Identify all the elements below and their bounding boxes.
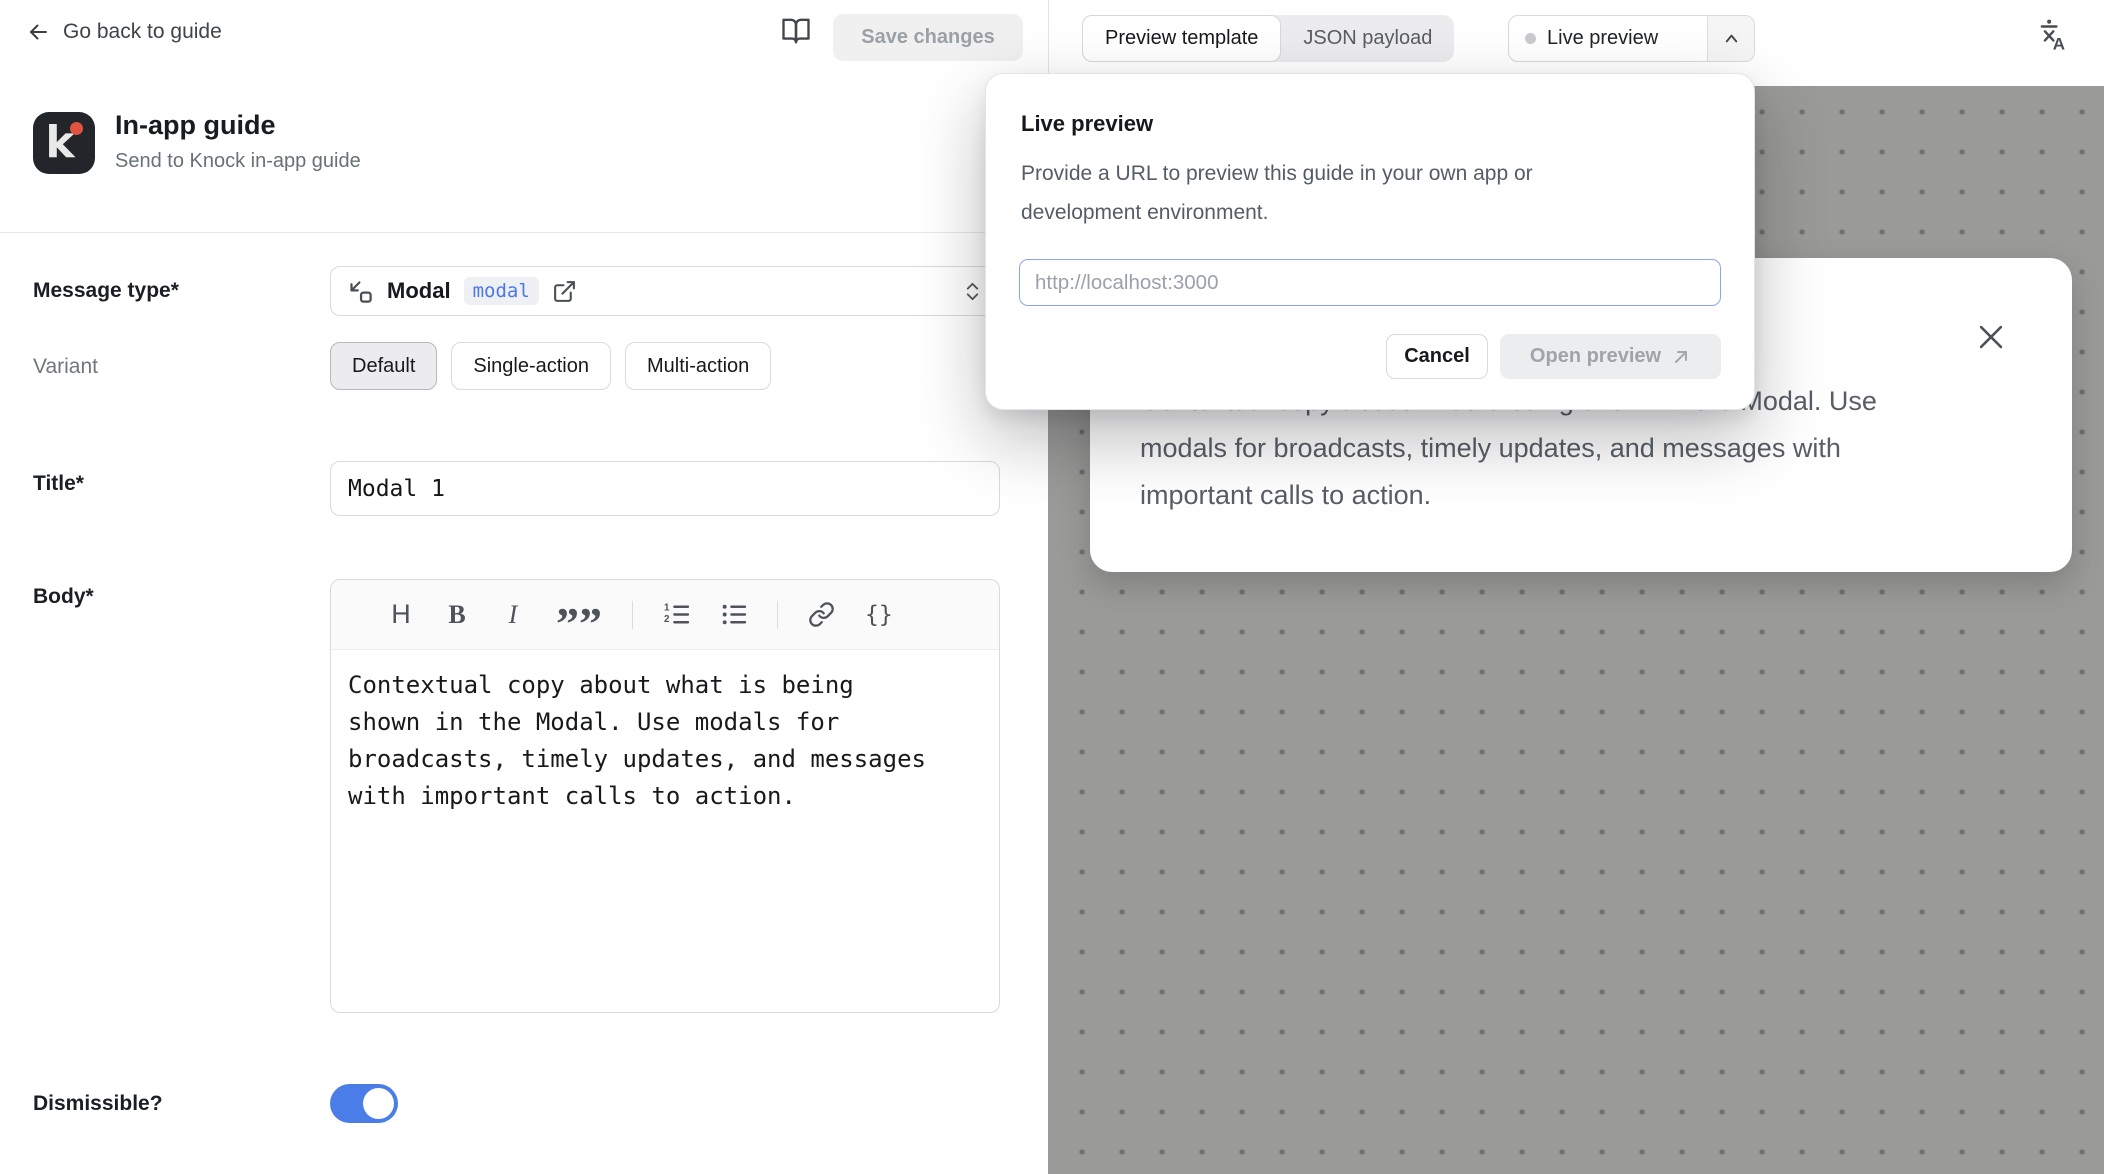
live-preview-popover: Live preview Provide a URL to preview th… (985, 73, 1755, 410)
arrow-up-right-icon (1671, 347, 1691, 367)
back-link[interactable]: Go back to guide (25, 19, 222, 45)
back-link-label: Go back to guide (63, 20, 222, 44)
book-open-icon[interactable] (781, 16, 811, 46)
svg-text:A: A (2053, 35, 2065, 52)
status-dot-icon (1525, 33, 1536, 44)
cancel-button-label: Cancel (1404, 345, 1470, 368)
tab-preview-template-label: Preview template (1105, 27, 1258, 50)
variant-multi-action-label: Multi-action (647, 355, 749, 378)
popover-title: Live preview (1021, 111, 1153, 137)
translate-icon[interactable]: A (2037, 18, 2071, 52)
ordered-list-icon[interactable]: 1 2 (663, 601, 690, 628)
live-preview-label: Live preview (1547, 27, 1658, 50)
svg-text:2: 2 (664, 614, 670, 625)
editor-toolbar: H B I ”” 1 2 (331, 580, 999, 650)
heading-icon[interactable]: H (388, 599, 414, 630)
variables-icon[interactable]: {} (865, 602, 893, 628)
tab-preview-template[interactable]: Preview template (1082, 15, 1281, 62)
variant-single-action-button[interactable]: Single-action (451, 342, 611, 390)
external-link-icon[interactable] (552, 279, 577, 304)
header-divider (0, 232, 1048, 233)
chevron-up-icon (1721, 28, 1742, 49)
variant-single-action-label: Single-action (473, 355, 589, 378)
arrow-left-icon (25, 19, 51, 45)
title-input[interactable] (330, 461, 1000, 516)
select-chevrons-icon (962, 280, 983, 303)
dismissible-label: Dismissible? (33, 1092, 163, 1116)
message-type-value: Modal (387, 278, 451, 304)
page-title: In-app guide (115, 110, 275, 141)
toggle-knob (363, 1088, 394, 1119)
open-preview-label: Open preview (1530, 345, 1661, 368)
variant-label: Variant (33, 355, 98, 379)
save-changes-button[interactable]: Save changes (833, 14, 1023, 61)
body-editor-content[interactable]: Contextual copy about what is being show… (331, 650, 999, 832)
live-preview-button[interactable]: Live preview (1508, 15, 1755, 62)
knock-logo: k (33, 112, 95, 174)
page-subtitle: Send to Knock in-app guide (115, 150, 361, 173)
message-type-label: Message type* (33, 279, 179, 303)
tab-json-payload[interactable]: JSON payload (1281, 15, 1454, 62)
save-changes-label: Save changes (861, 26, 994, 49)
message-type-select[interactable]: Modal modal (330, 266, 1000, 316)
preview-mode-tabs: Preview template JSON payload (1082, 15, 1454, 62)
svg-text:1: 1 (664, 602, 670, 613)
preview-url-input[interactable] (1019, 259, 1721, 306)
bullet-list-icon[interactable] (720, 601, 747, 628)
app-window: Contextual copy about what is being show… (0, 0, 2104, 1174)
dismissible-toggle[interactable] (330, 1084, 398, 1123)
live-preview-collapse-button[interactable] (1707, 16, 1754, 61)
bold-icon[interactable]: B (444, 600, 470, 630)
cancel-button[interactable]: Cancel (1386, 334, 1488, 379)
body-label: Body* (33, 585, 94, 609)
logo-dot (70, 122, 83, 135)
variant-default-label: Default (352, 355, 415, 378)
italic-icon[interactable]: I (500, 600, 526, 630)
variant-default-button[interactable]: Default (330, 342, 437, 390)
title-label: Title* (33, 472, 84, 496)
variant-options: Default Single-action Multi-action (330, 342, 771, 390)
link-icon[interactable] (808, 601, 835, 628)
open-preview-button[interactable]: Open preview (1500, 334, 1721, 379)
tab-json-payload-label: JSON payload (1303, 27, 1432, 50)
popover-description: Provide a URL to preview this guide in y… (1021, 154, 1681, 232)
close-icon[interactable] (1974, 320, 2008, 354)
body-editor: H B I ”” 1 2 (330, 579, 1000, 1013)
modal-type-icon (347, 278, 374, 305)
message-type-key-badge: modal (464, 277, 539, 305)
toolbar-divider (632, 601, 633, 629)
toolbar-divider (777, 601, 778, 629)
live-preview-button-main[interactable]: Live preview (1509, 16, 1707, 61)
variant-multi-action-button[interactable]: Multi-action (625, 342, 771, 390)
